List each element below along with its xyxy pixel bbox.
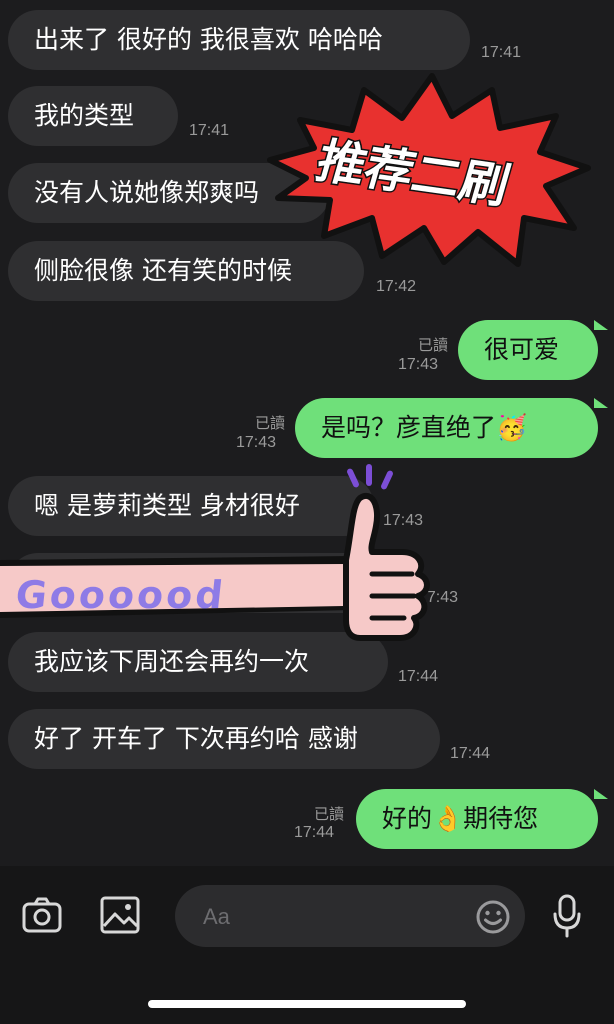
message-bubble[interactable]: 好了 开车了 下次再约哈 感谢 [8, 709, 440, 769]
message-composer[interactable] [175, 885, 525, 947]
message-time: 17:44 [450, 745, 491, 762]
read-receipt: 已讀 [417, 336, 448, 354]
thumbs-up-sticker: Goooood [0, 464, 430, 641]
message-bubble[interactable]: 很可爱 [458, 320, 598, 380]
microphone-icon[interactable] [552, 894, 582, 938]
image-icon[interactable] [100, 896, 140, 934]
smiley-icon[interactable] [475, 899, 511, 935]
ok-hand-emoji: 👌 [432, 804, 464, 833]
message-time: 17:43 [236, 434, 277, 451]
message-time: 17:42 [376, 278, 417, 295]
message-time: 17:41 [481, 44, 522, 61]
recommend-burst-sticker: 推荐二刷 [267, 73, 591, 267]
message-text: 好的 [382, 804, 433, 833]
home-indicator [148, 1000, 466, 1008]
message-text: 期待您 [463, 804, 539, 833]
message-time: 17:44 [398, 668, 439, 685]
camera-icon[interactable] [22, 897, 62, 933]
goooood-text: Goooood [14, 573, 228, 617]
message-time: 17:44 [294, 824, 335, 841]
bubble-tail [594, 398, 608, 408]
message-time: 17:41 [189, 122, 230, 139]
message-bubble[interactable]: 是吗？彦直绝了🥳 [295, 398, 598, 458]
message-bubble[interactable]: 好的👌期待您 [356, 789, 598, 849]
message-bubble[interactable]: 我的类型 [8, 86, 178, 146]
read-receipt: 已讀 [254, 414, 285, 432]
message-time: 17:43 [398, 356, 439, 373]
party-face-emoji: 🥳 [496, 413, 528, 442]
bubble-tail [594, 320, 608, 330]
message-bubble[interactable]: 出来了 很好的 我很喜欢 哈哈哈 [8, 10, 470, 70]
message-text: 是吗？彦直绝了 [321, 413, 497, 442]
chat-area[interactable]: 出来了 很好的 我很喜欢 哈哈哈 17:41 我的类型 17:41 没有人说她像… [0, 0, 614, 866]
message-input[interactable] [201, 899, 455, 935]
bubble-tail [594, 789, 608, 799]
read-receipt: 已讀 [313, 805, 344, 823]
sparkle-lines [347, 464, 393, 490]
